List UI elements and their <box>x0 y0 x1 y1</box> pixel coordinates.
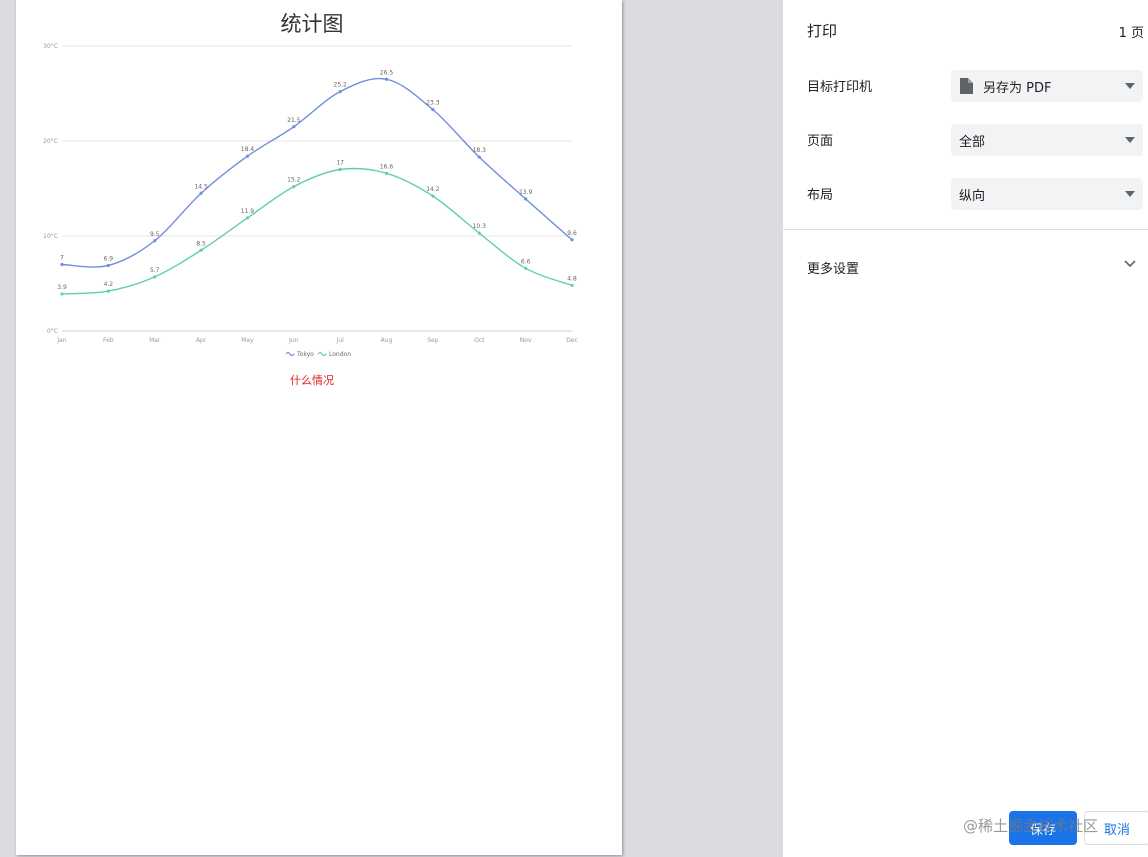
x-tick-label: Oct <box>474 337 485 344</box>
data-label: 9.6 <box>567 230 577 237</box>
legend-symbol <box>317 351 327 357</box>
x-tick-label: Jun <box>288 337 299 344</box>
x-tick-label: May <box>241 337 254 344</box>
preview-page: 统计图 0°C 10°C 20°C 30°C Jan Feb Mar Apr May Jun Jul… <box>16 0 622 855</box>
data-point <box>570 238 574 242</box>
data-point <box>199 248 203 252</box>
more-settings-toggle[interactable]: 更多设置 <box>783 248 1148 284</box>
data-point <box>245 154 250 158</box>
data-point <box>384 171 389 175</box>
data-point <box>292 125 296 129</box>
pages-label: 页面 <box>807 134 834 149</box>
data-label: 4.8 <box>567 275 577 282</box>
data-point <box>338 90 342 94</box>
data-label: 25.2 <box>334 82 348 89</box>
layout-select[interactable]: 纵向 <box>951 178 1143 210</box>
dropdown-arrow-icon <box>1125 83 1135 89</box>
data-point <box>60 262 64 267</box>
chevron-down-icon <box>1124 260 1136 268</box>
data-label: 11.9 <box>241 208 255 215</box>
data-label: 6.6 <box>521 258 531 265</box>
data-point <box>153 239 157 243</box>
data-label: 18.4 <box>241 146 255 153</box>
data-label: 16.6 <box>380 163 394 170</box>
layout-value: 纵向 <box>959 188 986 204</box>
destination-label: 目标打印机 <box>807 80 873 95</box>
data-label: 3.9 <box>57 284 67 291</box>
page-count: 1 页 <box>1118 26 1144 41</box>
data-point <box>106 263 110 268</box>
data-point <box>199 191 203 195</box>
data-point <box>106 289 110 293</box>
legend-label: London <box>329 351 351 358</box>
line-chart: 0°C 10°C 20°C 30°C Jan Feb Mar Apr May Jun Jul Aug S… <box>43 43 578 358</box>
data-label: 18.3 <box>473 147 487 154</box>
x-tick-label: Aug <box>381 337 393 344</box>
print-preview-area: 统计图 0°C 10°C 20°C 30°C Jan Feb Mar Apr May Jun Jul… <box>0 0 783 857</box>
x-tick-label: Apr <box>196 337 207 344</box>
x-tick-label: Nov <box>520 337 532 344</box>
dropdown-arrow-icon <box>1125 191 1135 197</box>
pages-select[interactable]: 全部 <box>951 124 1143 156</box>
data-label: 9.5 <box>150 231 160 238</box>
data-point <box>524 197 528 201</box>
page-note: 什么情况 <box>290 374 334 387</box>
data-point <box>431 194 435 198</box>
x-tick-label: Sep <box>427 337 439 344</box>
data-point <box>338 167 342 172</box>
series-line-tokyo <box>61 77 573 268</box>
y-tick-label: 0°C <box>47 328 58 335</box>
y-tick-label: 20°C <box>43 138 58 145</box>
data-point <box>292 185 296 189</box>
data-label: 4.2 <box>104 281 114 288</box>
data-point <box>60 292 64 296</box>
data-label: 6.9 <box>104 255 114 262</box>
x-tick-label: Jul <box>336 337 345 344</box>
data-label: 23.3 <box>426 100 440 107</box>
data-point <box>153 275 157 279</box>
save-button[interactable]: 保存 <box>1009 811 1077 845</box>
data-label: 13.9 <box>519 189 533 196</box>
data-label: 10.3 <box>473 223 487 230</box>
legend-label: Tokyo <box>296 351 314 358</box>
data-point <box>570 283 574 287</box>
panel-title: 打印 <box>807 22 838 40</box>
dropdown-arrow-icon <box>1125 137 1135 143</box>
destination-select[interactable]: 另存为 PDF <box>951 70 1143 102</box>
data-label: 14.5 <box>194 183 208 190</box>
x-tick-label: Feb <box>103 337 114 344</box>
data-point <box>384 77 389 81</box>
divider <box>783 229 1148 230</box>
data-point <box>245 216 250 220</box>
data-label: 5.7 <box>150 267 160 274</box>
more-settings-label: 更多设置 <box>807 262 860 277</box>
destination-value: 另存为 PDF <box>983 80 1052 96</box>
data-point <box>477 155 481 159</box>
data-label: 15.2 <box>287 177 301 184</box>
series-line-london <box>61 167 573 295</box>
data-label: 26.5 <box>380 69 394 76</box>
data-label: 7 <box>60 255 64 262</box>
document-icon <box>960 78 973 94</box>
data-label: 14.2 <box>426 186 440 193</box>
data-label: 21.5 <box>287 117 301 124</box>
legend-symbol <box>285 351 295 357</box>
data-point <box>431 108 435 112</box>
y-tick-label: 10°C <box>43 233 58 240</box>
x-tick-label: Mar <box>149 337 161 344</box>
x-tick-label: Jan <box>56 337 66 344</box>
y-tick-label: 30°C <box>43 43 58 50</box>
data-point <box>477 231 481 235</box>
x-tick-label: Dec <box>566 337 578 344</box>
print-settings-panel: 打印 1 页 目标打印机 另存为 PDF 页面 全部 布局 纵向 更多设置 保存… <box>783 0 1148 857</box>
data-label: 8.5 <box>196 240 206 247</box>
pages-value: 全部 <box>959 134 986 150</box>
data-label: 17 <box>336 160 344 167</box>
data-point <box>524 266 528 270</box>
cancel-button[interactable]: 取消 <box>1084 811 1148 845</box>
layout-label: 布局 <box>807 188 834 203</box>
